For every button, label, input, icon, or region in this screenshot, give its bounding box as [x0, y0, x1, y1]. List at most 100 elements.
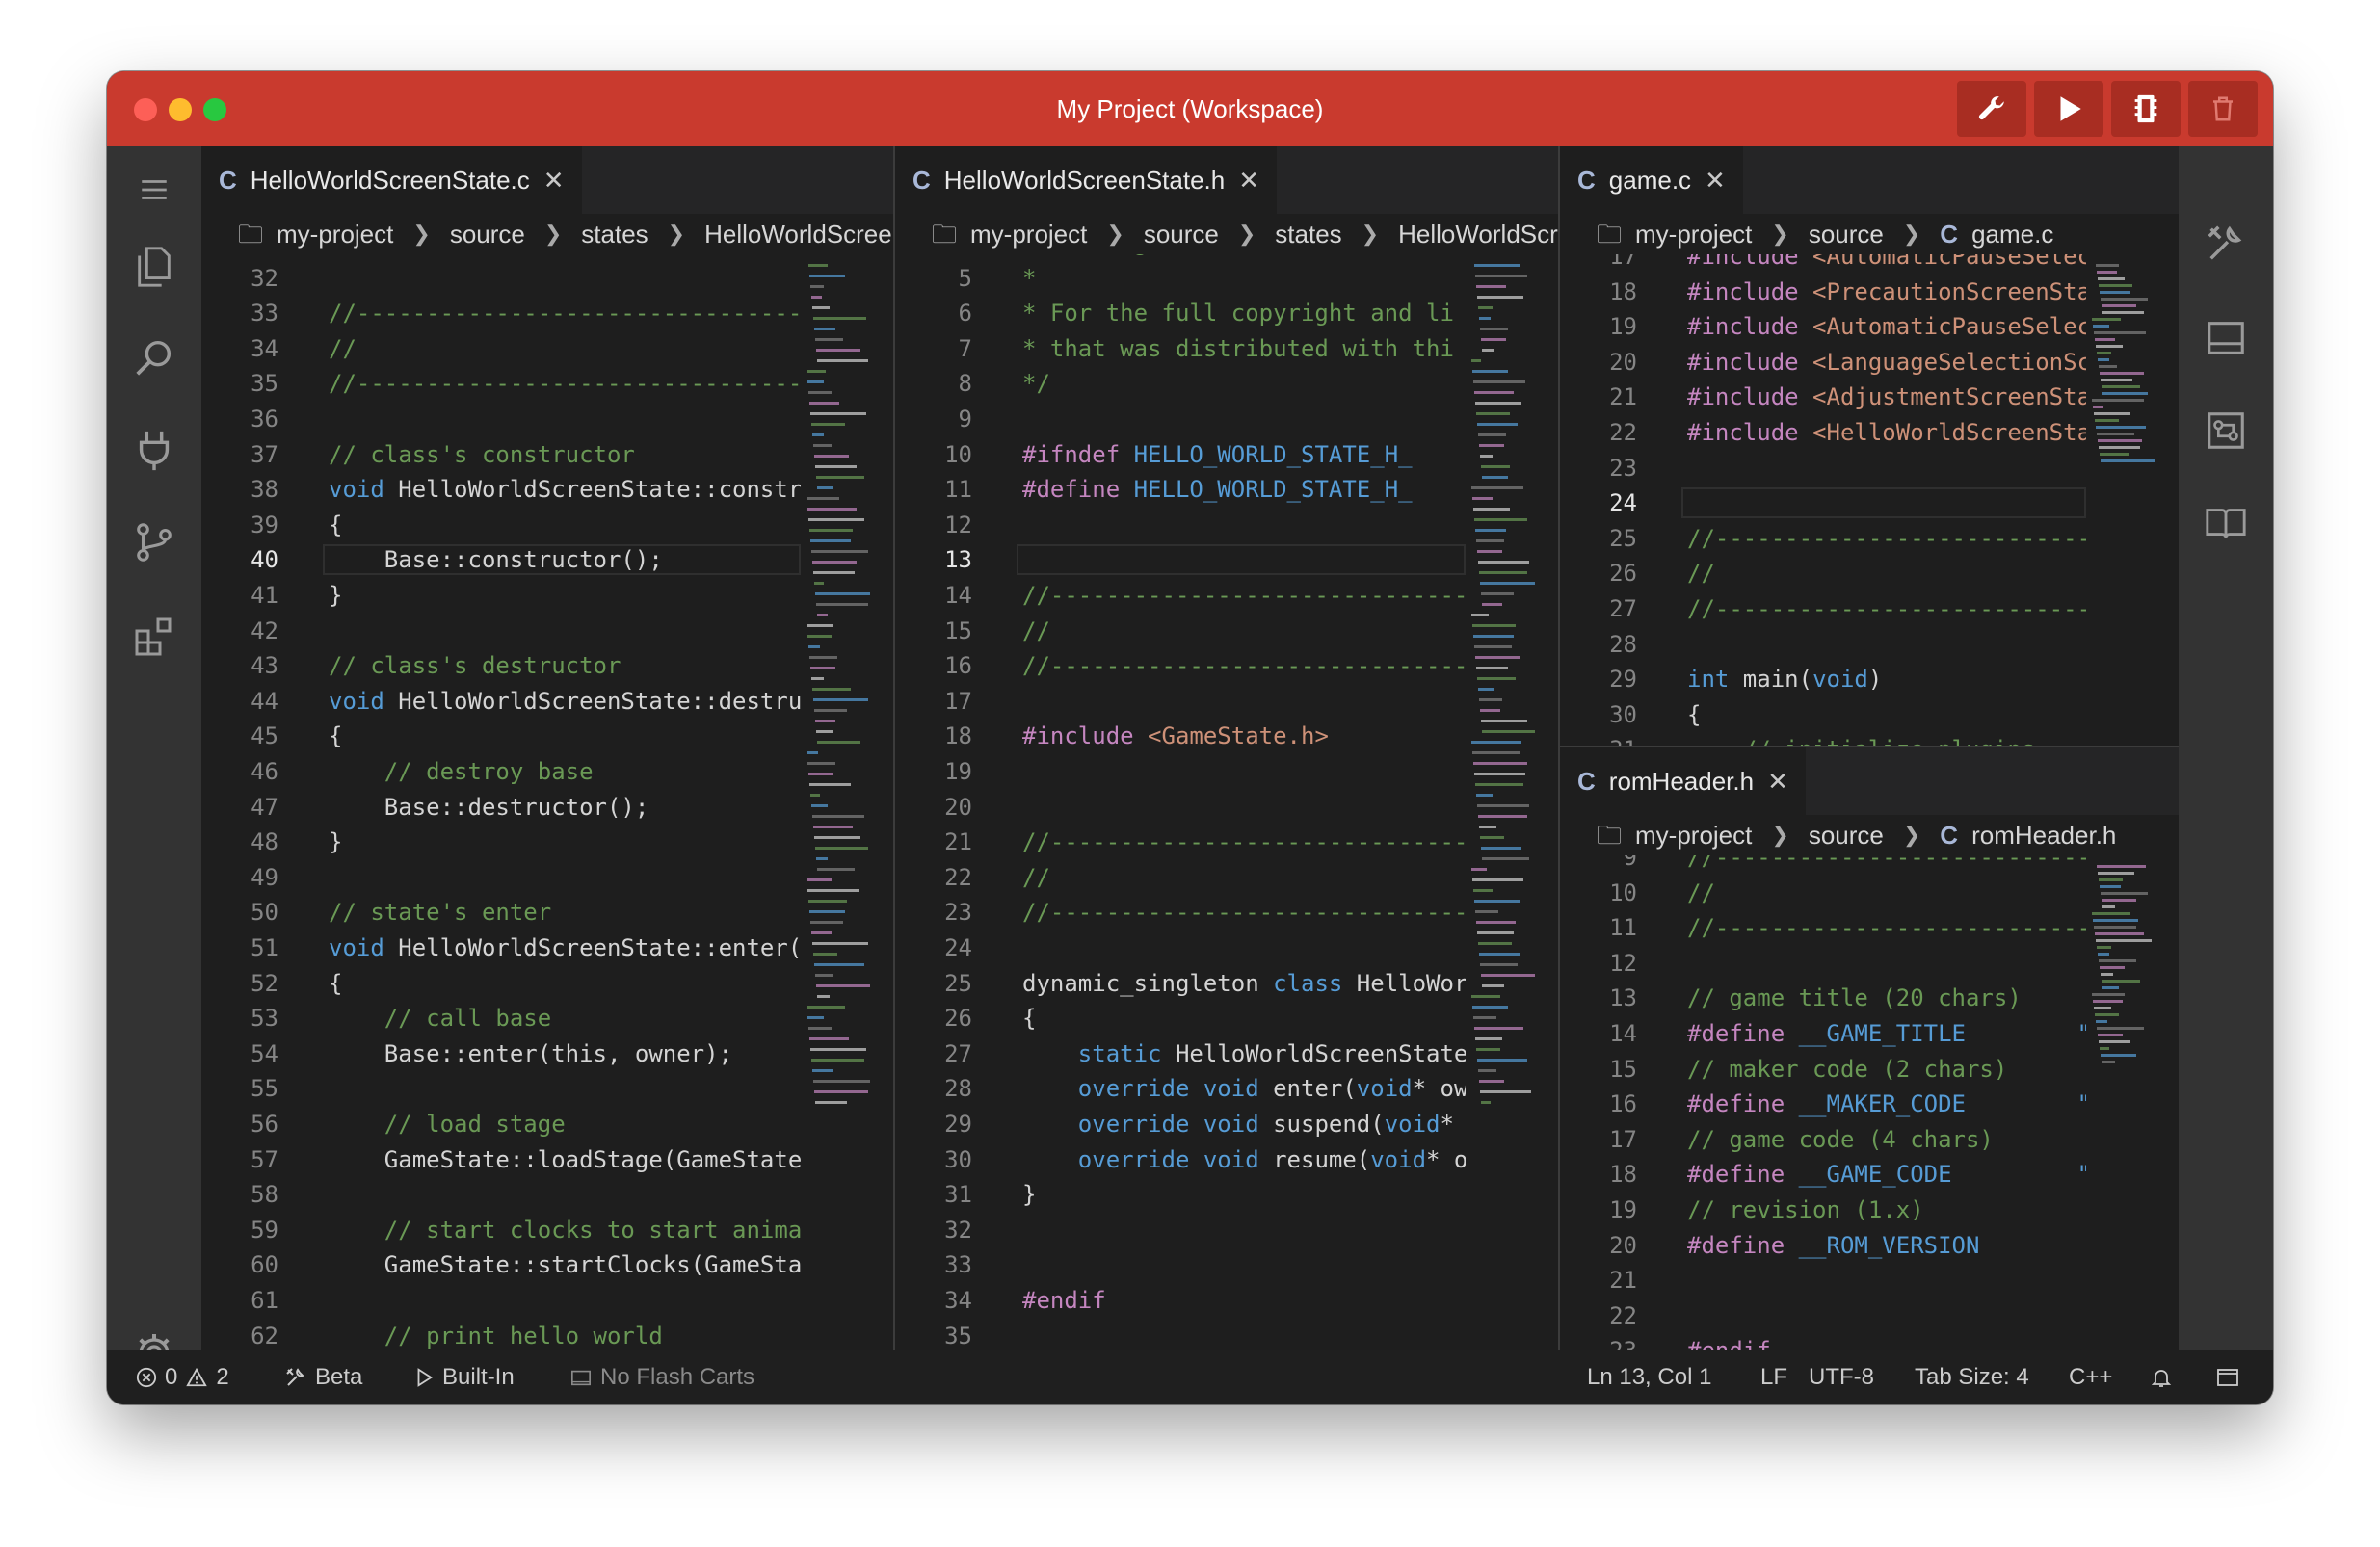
breadcrumb-item[interactable]: source	[450, 214, 525, 254]
code-text: */	[1022, 370, 1050, 398]
breadcrumb-item[interactable]: my-project	[970, 214, 1087, 254]
tab-size-indicator[interactable]: Tab Size: 4	[1915, 1350, 2029, 1404]
code-area[interactable]: 9 //--------------------------------- 10 //…	[1560, 855, 2086, 1350]
code-line: 34 //	[201, 331, 801, 366]
editor-tab[interactable]: CromHeader.h ✕	[1560, 747, 1806, 815]
line-number: 19	[944, 758, 972, 785]
close-icon[interactable]: ✕	[1238, 166, 1259, 196]
line-number: 22	[1609, 419, 1637, 446]
line-number: 53	[251, 1005, 278, 1033]
line-number: 18	[1609, 277, 1637, 305]
tab-label: HelloWorldScreenState.c	[250, 165, 530, 195]
code-line: 50 // state's enter	[201, 895, 801, 930]
run-button[interactable]	[2034, 81, 2103, 137]
notifications-button[interactable]	[2150, 1350, 2173, 1404]
minimap[interactable]	[1468, 254, 1543, 1350]
minimap[interactable]	[2088, 855, 2163, 1350]
layout-button[interactable]	[2215, 1350, 2240, 1404]
build-button[interactable]	[1957, 81, 2026, 137]
line-number: 26	[1609, 560, 1637, 588]
plugins-button[interactable]	[128, 424, 180, 476]
diagram-button[interactable]	[2200, 405, 2252, 457]
chevron-right-icon: ❯	[1361, 222, 1380, 246]
line-number: 21	[944, 828, 972, 856]
close-icon[interactable]: ✕	[1705, 166, 1726, 196]
code-area[interactable]: 17 #include <AutomaticPauseSelec 18 #includ…	[1560, 254, 2086, 746]
panel-icon	[2217, 1369, 2238, 1386]
breadcrumb-item[interactable]: my-project	[1635, 214, 1752, 254]
breadcrumb-item[interactable]: HelloWorldScreenState	[1398, 214, 1558, 254]
warning-icon	[186, 1367, 208, 1387]
language-indicator[interactable]: C++	[2069, 1350, 2112, 1404]
breadcrumb-item[interactable]: romHeader.h	[1971, 815, 2116, 855]
code-line: 6 * For the full copyright and li	[895, 296, 1466, 330]
breadcrumb-item[interactable]: source	[1809, 214, 1884, 254]
line-number: 60	[251, 1251, 278, 1279]
panel-icon	[2208, 322, 2244, 354]
line-number: 8	[958, 370, 972, 398]
editor-tab[interactable]: C HelloWorldScreenState.h ✕	[895, 146, 1278, 214]
editor-pane-game-c: Cgame.c ✕ 🗀 my-project ❯ source ❯ Cgame.c 17 #inc…	[1560, 146, 2179, 746]
code-line: 31	[201, 254, 801, 260]
encoding-indicator[interactable]: UTF-8	[1809, 1350, 1874, 1404]
editor-tab[interactable]: C HelloWorldScreenState.c ✕	[201, 146, 582, 214]
line-number: 45	[251, 722, 278, 750]
status-bar: 0 2 Beta Built-In No Flash Carts Ln 13, …	[107, 1350, 2273, 1404]
line-number: 31	[944, 1181, 972, 1209]
play-outline-icon	[417, 1368, 434, 1387]
breadcrumb-item[interactable]: game.c	[1971, 214, 2053, 254]
search-button[interactable]	[128, 331, 180, 383]
tab-label: game.c	[1608, 165, 1692, 195]
breadcrumb-item[interactable]: states	[1275, 214, 1341, 254]
menu-button[interactable]	[128, 164, 180, 216]
minimap[interactable]	[2088, 254, 2163, 746]
problems-indicator[interactable]: 0 2	[136, 1350, 229, 1404]
code-line: 57 GameState::loadStage(GameState	[201, 1142, 801, 1177]
eol-indicator[interactable]: LF	[1760, 1350, 1787, 1404]
explorer-button[interactable]	[128, 241, 180, 293]
line-number: 25	[944, 969, 972, 997]
line-number: 47	[251, 793, 278, 821]
line-number: 11	[944, 476, 972, 504]
code-text: //---------------------------------	[1687, 524, 2086, 552]
minimap[interactable]	[803, 254, 878, 1350]
code-text: //---------------------------------	[1687, 595, 2086, 622]
emulator-item[interactable]: Built-In	[413, 1350, 515, 1404]
flash-button[interactable]	[2111, 81, 2181, 137]
error-icon	[136, 1367, 157, 1388]
code-text: GameState::loadStage(GameState	[329, 1145, 801, 1173]
build-mode-item[interactable]: Beta	[284, 1350, 362, 1404]
close-icon[interactable]: ✕	[543, 166, 565, 196]
toggle-panel-button[interactable]	[2200, 312, 2252, 364]
breadcrumb-item[interactable]: source	[1144, 214, 1219, 254]
line-number: 41	[251, 582, 278, 609]
code-line: 20	[895, 790, 1466, 825]
breadcrumb-item[interactable]: my-project	[1635, 815, 1752, 855]
code-text: // game title (20 chars)	[1687, 984, 2022, 1012]
line-number: 34	[944, 1287, 972, 1314]
code-text: //	[1022, 616, 1050, 644]
code-line: 18 #include <GameState.h>	[895, 719, 1466, 753]
cursor-position[interactable]: Ln 13, Col 1	[1587, 1350, 1711, 1404]
source-control-button[interactable]	[128, 516, 180, 568]
tools-button[interactable]	[2200, 218, 2252, 270]
breadcrumb-item[interactable]: source	[1809, 815, 1884, 855]
clean-button[interactable]	[2188, 81, 2258, 137]
docs-button[interactable]	[2200, 497, 2252, 549]
line-number: 23	[944, 899, 972, 927]
breadcrumb-item[interactable]: states	[581, 214, 648, 254]
breadcrumb-item[interactable]: my-project	[277, 214, 393, 254]
code-line: 24	[1560, 485, 2086, 520]
code-area[interactable]: 4* © VUEngine Studio User5*6* For the fu…	[895, 254, 1466, 1350]
extensions-button[interactable]	[128, 611, 180, 663]
breadcrumb-item[interactable]: HelloWorldScreen	[704, 214, 893, 254]
close-icon[interactable]: ✕	[1767, 767, 1788, 797]
code-area[interactable]: 31 32 33 //--------------------------------…	[201, 254, 801, 1350]
flash-carts-item[interactable]: No Flash Carts	[569, 1350, 754, 1404]
line-number: 33	[251, 300, 278, 328]
code-line: 23	[1560, 451, 2086, 485]
chevron-right-icon: ❯	[1771, 823, 1789, 847]
code-text: void HelloWorldScreenState::destru	[329, 687, 801, 715]
editor-tab[interactable]: Cgame.c ✕	[1560, 146, 1743, 214]
code-line: 15 //	[895, 614, 1466, 648]
